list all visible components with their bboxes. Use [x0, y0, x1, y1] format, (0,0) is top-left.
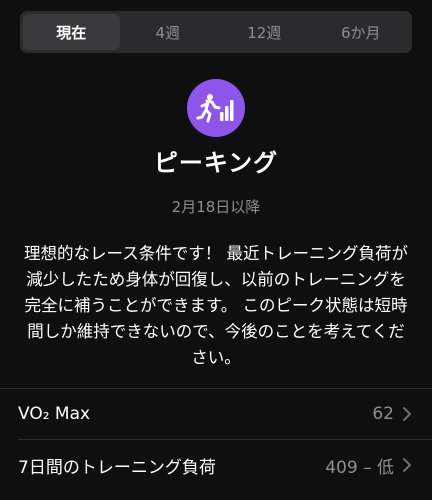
- status-since-date: 2月18日以降: [171, 198, 261, 216]
- tab-current[interactable]: 現在: [23, 14, 120, 50]
- tab-4-weeks[interactable]: 4週: [120, 14, 217, 50]
- status-description: 理想的なレース条件です！ 最近トレーニング負荷が減少したため身体が回復し、以前の…: [24, 244, 408, 367]
- vo2max-row[interactable]: VO₂ Max 62: [0, 389, 432, 439]
- training-load-label: 7日間のトレーニング負荷: [18, 457, 216, 478]
- training-status-screen: 現在 4週 12週 6か月 ピーキング 2月18日以降 理想的なレース条件です！…: [0, 0, 432, 500]
- training-load-row[interactable]: 7日間のトレーニング負荷 409 – 低: [0, 440, 432, 490]
- chevron-right-icon: [403, 458, 411, 472]
- vo2max-label: VO₂ Max: [18, 404, 91, 424]
- peaking-icon: [196, 94, 234, 123]
- status-title: ピーキング: [153, 149, 279, 177]
- vo2max-value: 62: [372, 404, 394, 424]
- tab-6-months[interactable]: 6か月: [313, 14, 410, 50]
- peaking-status-badge: [187, 79, 245, 137]
- chevron-right-icon: [403, 407, 411, 421]
- tab-12-weeks[interactable]: 12週: [216, 14, 313, 50]
- time-range-segmented-control: 現在 4週 12週 6か月: [20, 11, 412, 53]
- training-load-value: 409 – 低: [325, 457, 394, 478]
